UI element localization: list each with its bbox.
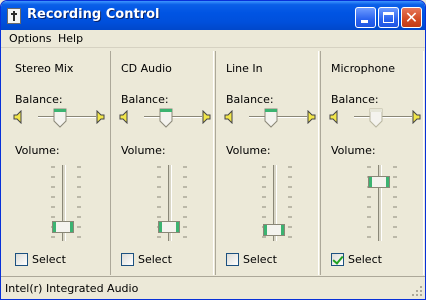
volume-label: Volume: [331,144,376,157]
volume-label: Volume: [15,144,60,157]
maximize-button[interactable] [378,7,399,28]
balance-slider[interactable] [369,108,383,128]
speaker-left-icon [119,110,128,124]
select-label[interactable]: Select [348,253,382,266]
balance-slider[interactable] [264,108,278,128]
balance-track [144,116,202,118]
maximize-icon [383,12,394,23]
channel-stereo-mix: Stereo Mix Balance: Volume: Select [5,51,109,275]
menu-options[interactable]: Options [9,32,51,45]
select-label[interactable]: Select [32,253,66,266]
channel-microphone: Microphone Balance: Volume: Select [320,51,424,275]
volume-slider[interactable] [368,175,390,188]
balance-slider[interactable] [159,108,173,128]
volume-label: Volume: [121,144,166,157]
menu-bar: Options Help [1,30,425,48]
speaker-app-icon[interactable] [7,8,21,24]
volume-slider[interactable] [263,223,285,236]
volume-label: Volume: [226,144,271,157]
recording-control-window: Recording Control ✕ Options Help Stereo … [0,0,426,300]
balance-label: Balance: [331,93,379,106]
window-title: Recording Control [27,7,160,22]
speaker-right-icon [307,110,316,124]
balance-track [38,116,96,118]
channel-name: CD Audio [121,62,172,75]
channel-cd-audio: CD Audio Balance: Volume: Select [110,51,214,275]
speaker-right-icon [202,110,211,124]
channel-name: Line In [226,62,263,75]
channel-line-in: Line In Balance: Volume: Select [215,51,319,275]
minimize-icon [361,20,368,23]
select-checkbox[interactable] [15,253,28,266]
volume-slider[interactable] [52,220,74,233]
balance-track [249,116,307,118]
balance-slider[interactable] [53,108,67,128]
volume-slider[interactable] [158,220,180,233]
speaker-left-icon [329,110,338,124]
resize-grip-icon[interactable] [411,285,423,297]
channel-name: Microphone [331,62,396,75]
balance-label: Balance: [15,93,63,106]
select-label[interactable]: Select [243,253,277,266]
balance-track [354,116,412,118]
close-button[interactable]: ✕ [401,7,422,28]
speaker-left-icon [13,110,22,124]
select-checkbox[interactable] [121,253,134,266]
channel-name: Stereo Mix [15,62,74,75]
close-icon: ✕ [404,8,419,27]
menu-help[interactable]: Help [58,32,83,45]
balance-label: Balance: [121,93,169,106]
select-label[interactable]: Select [138,253,172,266]
status-bar: Intel(r) Integrated Audio [1,276,425,299]
select-checkbox[interactable] [331,253,344,266]
mixer-columns: Stereo Mix Balance: Volume: Select CD Au… [5,51,423,275]
title-bar[interactable]: Recording Control ✕ [1,1,425,31]
balance-label: Balance: [226,93,274,106]
select-checkbox[interactable] [226,253,239,266]
speaker-right-icon [96,110,105,124]
speaker-right-icon [412,110,421,124]
status-device-name: Intel(r) Integrated Audio [5,282,139,295]
minimize-button[interactable] [355,7,376,28]
speaker-left-icon [224,110,233,124]
